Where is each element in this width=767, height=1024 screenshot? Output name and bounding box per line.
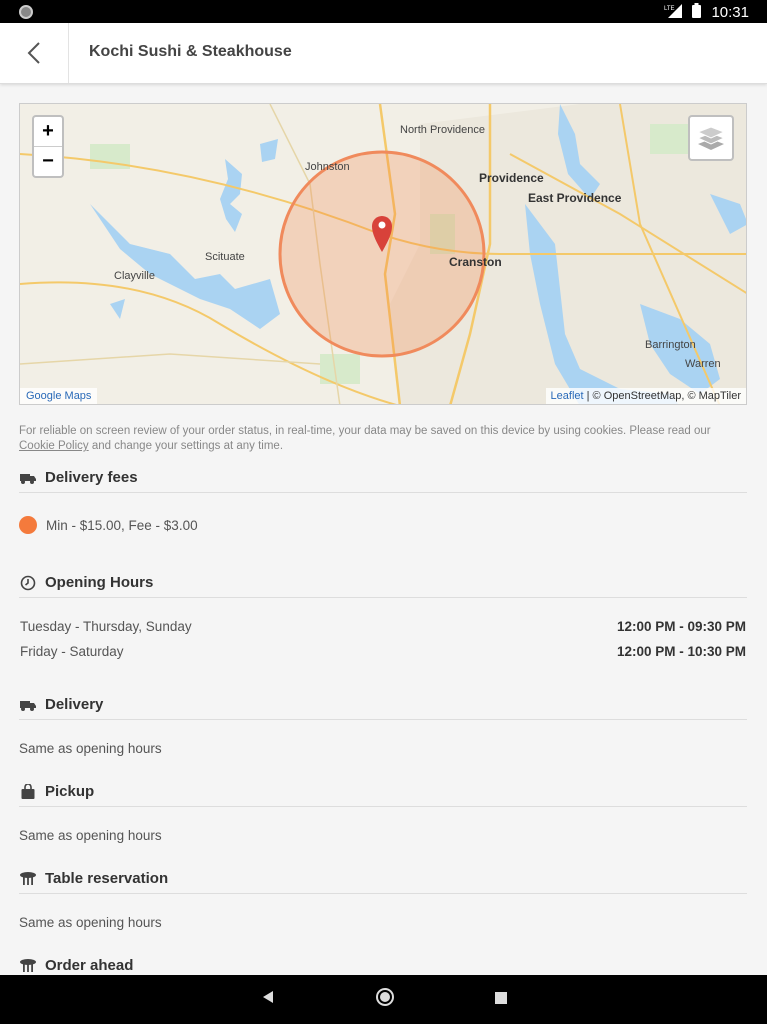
zoom-control: + − bbox=[32, 115, 64, 178]
section-opening-hours: Opening Hours bbox=[19, 568, 747, 598]
truck-icon bbox=[19, 469, 37, 487]
map-label: Barrington bbox=[645, 339, 696, 351]
cookie-notice: For reliable on screen review of your or… bbox=[19, 424, 747, 454]
google-maps-link[interactable]: Google Maps bbox=[20, 388, 98, 404]
map-attribution: Leaflet | © OpenStreetMap, © MapTiler bbox=[545, 388, 746, 404]
map-label: Cranston bbox=[449, 255, 502, 269]
home-nav-icon[interactable] bbox=[375, 987, 395, 1012]
pickup-hours-text: Same as opening hours bbox=[19, 828, 162, 843]
chevron-left-icon bbox=[27, 42, 40, 64]
layers-button[interactable] bbox=[688, 115, 734, 161]
zoom-out-button[interactable]: − bbox=[34, 146, 62, 175]
section-title: Order ahead bbox=[45, 957, 134, 974]
map-label: Clayville bbox=[114, 270, 155, 282]
truck-icon bbox=[19, 696, 37, 714]
attribution-text: | © OpenStreetMap, © MapTiler bbox=[583, 390, 741, 402]
app-bar: Kochi Sushi & Steakhouse bbox=[0, 23, 767, 84]
signal-icon: LTE bbox=[664, 3, 683, 21]
recents-nav-icon[interactable] bbox=[494, 991, 507, 1009]
map-label: East Providence bbox=[528, 191, 622, 205]
shopping-bag-icon bbox=[19, 783, 37, 801]
fee-text: Min - $15.00, Fee - $3.00 bbox=[46, 517, 198, 533]
delivery-map[interactable]: North Providence Providence East Provide… bbox=[19, 103, 747, 405]
section-title: Opening Hours bbox=[45, 574, 154, 591]
map-label: North Providence bbox=[400, 124, 485, 136]
table-icon bbox=[19, 870, 37, 888]
layers-icon bbox=[697, 126, 725, 150]
hours-time: 12:00 PM - 10:30 PM bbox=[616, 644, 746, 659]
back-button[interactable] bbox=[0, 23, 69, 83]
clock: 10:31 bbox=[711, 3, 749, 21]
section-title: Table reservation bbox=[45, 870, 169, 887]
page-title: Kochi Sushi & Steakhouse bbox=[89, 43, 292, 60]
hours-row: Friday - Saturday 12:00 PM - 10:30 PM bbox=[20, 644, 746, 659]
map-label: Scituate bbox=[205, 251, 245, 263]
battery-icon bbox=[692, 3, 702, 21]
back-nav-icon[interactable] bbox=[261, 990, 275, 1009]
section-table-reservation: Table reservation bbox=[19, 864, 747, 894]
system-nav-bar bbox=[0, 975, 767, 1024]
zone-color-dot bbox=[19, 516, 37, 534]
notification-icon bbox=[19, 5, 33, 19]
cookie-text-after: and change your settings at any time. bbox=[88, 440, 284, 452]
zoom-in-button[interactable]: + bbox=[34, 117, 62, 146]
section-order-ahead: Order ahead bbox=[19, 951, 747, 975]
svg-text:LTE: LTE bbox=[664, 6, 675, 12]
section-delivery-fees: Delivery fees bbox=[19, 463, 747, 493]
section-title: Pickup bbox=[45, 783, 95, 800]
map-tiles bbox=[20, 104, 746, 404]
map-label: Johnston bbox=[305, 161, 350, 173]
delivery-hours-text: Same as opening hours bbox=[19, 741, 162, 756]
hours-row: Tuesday - Thursday, Sunday 12:00 PM - 09… bbox=[20, 619, 746, 634]
table-icon bbox=[19, 957, 37, 975]
restaurant-info: North Providence Providence East Provide… bbox=[0, 84, 767, 975]
section-delivery: Delivery bbox=[19, 690, 747, 720]
section-title: Delivery bbox=[45, 696, 104, 713]
table-reservation-hours-text: Same as opening hours bbox=[19, 915, 162, 930]
hours-days: Tuesday - Thursday, Sunday bbox=[20, 619, 192, 634]
status-bar: LTE 10:31 bbox=[0, 0, 767, 23]
map-label: Providence bbox=[479, 171, 544, 185]
leaflet-link[interactable]: Leaflet bbox=[551, 390, 584, 402]
hours-time: 12:00 PM - 09:30 PM bbox=[616, 619, 746, 634]
cookie-policy-link[interactable]: Cookie Policy bbox=[19, 440, 89, 452]
cookie-text: For reliable on screen review of your or… bbox=[19, 425, 711, 437]
clock-icon bbox=[19, 574, 37, 592]
map-label: Warren bbox=[685, 358, 721, 370]
fee-item: Min - $15.00, Fee - $3.00 bbox=[19, 516, 198, 534]
hours-days: Friday - Saturday bbox=[20, 644, 124, 659]
section-title: Delivery fees bbox=[45, 469, 138, 486]
section-pickup: Pickup bbox=[19, 777, 747, 807]
